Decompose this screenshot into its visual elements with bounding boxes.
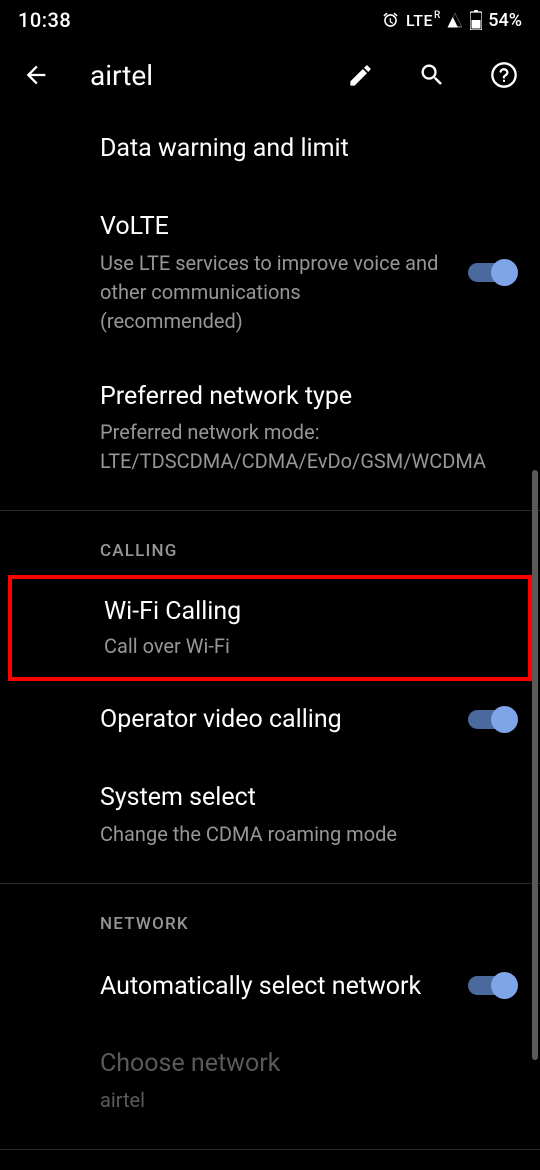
setting-title: Preferred network type	[100, 380, 512, 414]
network-type: LTER	[406, 10, 440, 31]
setting-subtitle: airtel	[100, 1086, 512, 1115]
setting-operator-video[interactable]: Operator video calling	[0, 681, 540, 759]
setting-apn[interactable]: Access point names	[0, 1150, 540, 1170]
setting-title: Automatically select network	[100, 970, 445, 1004]
settings-content[interactable]: Data warning and limit VoLTE Use LTE ser…	[0, 110, 540, 1170]
help-icon	[490, 61, 518, 89]
volte-toggle[interactable]	[468, 259, 516, 287]
help-button[interactable]	[486, 57, 522, 93]
setting-title: Data warning and limit	[100, 132, 512, 166]
setting-system-select[interactable]: System select Change the CDMA roaming mo…	[0, 759, 540, 871]
status-bar: 10:38 LTER 54%	[0, 0, 540, 40]
scrollbar[interactable]	[532, 470, 538, 1060]
section-header-calling: CALLING	[0, 511, 540, 575]
status-indicators: LTER 54%	[381, 10, 522, 31]
setting-subtitle: Use LTE services to improve voice and ot…	[100, 249, 445, 336]
search-icon	[418, 61, 446, 89]
setting-auto-select-network[interactable]: Automatically select network	[0, 948, 540, 1026]
alarm-icon	[381, 11, 400, 30]
battery-percent: 54%	[488, 10, 522, 31]
status-time: 10:38	[18, 8, 71, 32]
search-button[interactable]	[414, 57, 450, 93]
signal-icon	[446, 11, 464, 29]
back-arrow-icon	[22, 61, 50, 89]
pencil-icon	[347, 62, 374, 89]
setting-title: VoLTE	[100, 210, 445, 244]
setting-title: Operator video calling	[100, 703, 445, 737]
back-button[interactable]	[18, 57, 54, 93]
setting-data-warning[interactable]: Data warning and limit	[0, 110, 540, 188]
app-bar: airtel	[0, 40, 540, 110]
setting-title: Choose network	[100, 1047, 512, 1081]
setting-subtitle: Preferred network mode: LTE/TDSCDMA/CDMA…	[100, 418, 512, 476]
setting-wifi-calling[interactable]: Wi-Fi Calling Call over Wi-Fi	[8, 575, 532, 681]
operator-video-toggle[interactable]	[468, 706, 516, 734]
battery-icon	[470, 10, 482, 30]
setting-title: System select	[100, 781, 512, 815]
setting-choose-network: Choose network airtel	[0, 1025, 540, 1137]
setting-subtitle: Change the CDMA roaming mode	[100, 820, 512, 849]
auto-select-toggle[interactable]	[468, 972, 516, 1000]
setting-subtitle: Call over Wi-Fi	[104, 632, 508, 661]
page-title: airtel	[90, 59, 306, 92]
setting-title: Wi-Fi Calling	[104, 595, 508, 629]
setting-preferred-network[interactable]: Preferred network type Preferred network…	[0, 358, 540, 499]
setting-volte[interactable]: VoLTE Use LTE services to improve voice …	[0, 188, 540, 358]
edit-button[interactable]	[342, 57, 378, 93]
section-header-network: NETWORK	[0, 884, 540, 948]
